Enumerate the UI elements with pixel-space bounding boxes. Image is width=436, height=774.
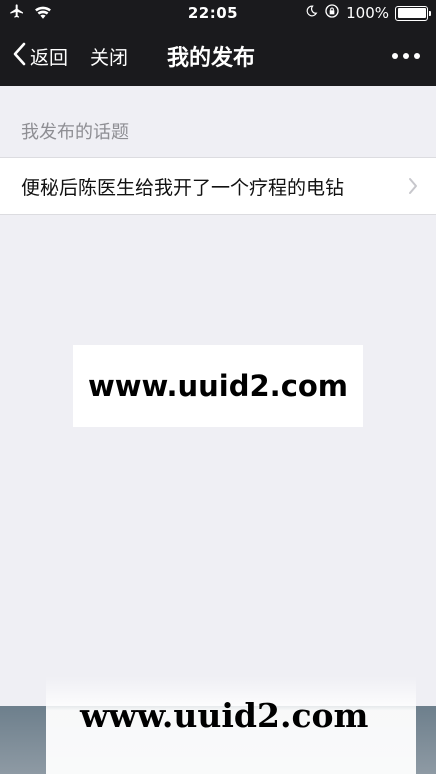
page-title: 我的发布 <box>167 46 256 71</box>
list-item[interactable]: 便秘后陈医生给我开了一个疗程的电钻 <box>0 157 436 215</box>
nav-bar: 返回 关闭 我的发布 <box>0 26 436 86</box>
wifi-icon <box>34 4 52 23</box>
battery-percent: 100% <box>346 4 389 22</box>
more-icon[interactable] <box>392 26 420 86</box>
watermark-bottom: www.uuid2.com <box>80 696 369 735</box>
section-header: 我发布的话题 <box>21 122 129 143</box>
airplane-icon <box>8 3 26 23</box>
status-bar: 22:05 100% <box>0 0 436 26</box>
status-time: 22:05 <box>187 4 239 22</box>
watermark-center: www.uuid2.com <box>73 345 363 427</box>
status-left <box>8 3 128 23</box>
orientation-lock-icon <box>324 3 340 23</box>
back-button[interactable]: 返回 <box>12 26 68 86</box>
close-button[interactable]: 关闭 <box>90 26 128 86</box>
moon-icon <box>305 4 318 22</box>
status-right: 100% <box>298 3 431 23</box>
chevron-right-icon <box>408 177 418 199</box>
battery-icon <box>395 5 431 21</box>
list-item-label: 便秘后陈医生给我开了一个疗程的电钻 <box>21 176 345 199</box>
chevron-left-icon <box>12 42 26 71</box>
back-label: 返回 <box>30 46 69 69</box>
